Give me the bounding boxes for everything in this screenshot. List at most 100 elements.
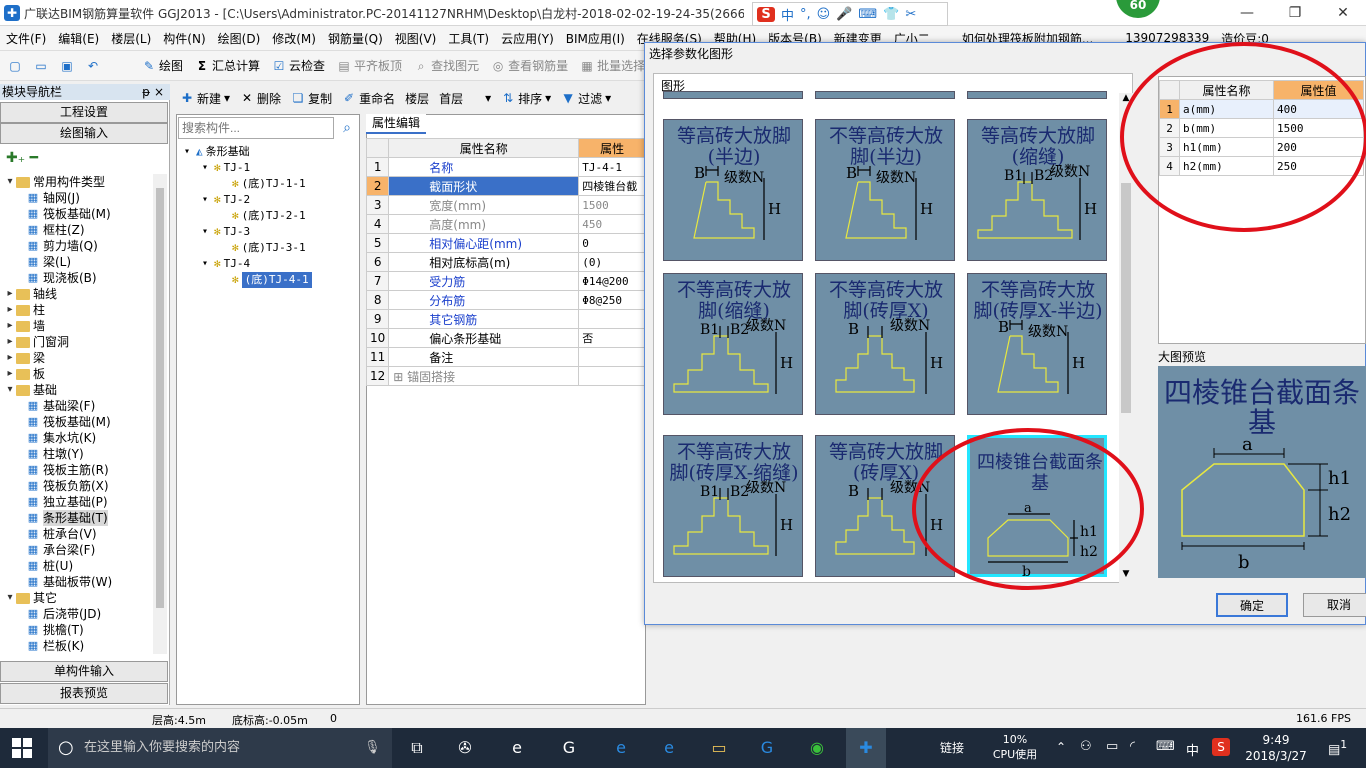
file-explorer-icon[interactable]: ▭	[706, 736, 732, 760]
view-rebar-button[interactable]: ◎ 查看钢筋量	[487, 57, 572, 74]
menu-rebar[interactable]: 钢筋量(Q)	[322, 30, 389, 47]
nav-item[interactable]: ▦ 桩(U)	[2, 558, 152, 574]
menu-component[interactable]: 构件(N)	[157, 30, 211, 47]
shape-card-partial[interactable]	[815, 91, 955, 99]
battery-icon[interactable]: ▭	[1106, 739, 1118, 754]
menu-floor[interactable]: 楼层(L)	[105, 30, 157, 47]
minimize-button[interactable]: —	[1224, 0, 1270, 26]
nav-folder[interactable]: ▸ 轴线	[2, 286, 152, 302]
expander-icon[interactable]: ▾	[4, 382, 16, 398]
property-value[interactable]: 1500	[578, 195, 646, 215]
property-value[interactable]: 0	[578, 233, 646, 253]
property-value[interactable]	[578, 366, 646, 386]
expander-icon[interactable]: ▾	[184, 144, 196, 160]
draw-input-button[interactable]: 绘图输入	[0, 123, 168, 144]
glodon-app-taskbar-icon[interactable]: ✚	[846, 728, 886, 768]
property-value[interactable]: 450	[578, 214, 646, 234]
new-component-button[interactable]: ✚ 新建 ▾	[176, 90, 234, 107]
floor-select[interactable]: 首层 ▾	[435, 90, 495, 107]
ime-item[interactable]: °,	[800, 7, 811, 22]
nav-folder[interactable]: ▾ 常用构件类型	[2, 174, 152, 190]
nav-folder[interactable]: ▸ 梁	[2, 350, 152, 366]
property-row[interactable]: 3 宽度(mm) 1500	[365, 195, 646, 215]
app-g-icon[interactable]: G	[556, 736, 582, 760]
shape-card[interactable]: B 级数N H 不等高砖大放脚(砖厚X)	[815, 273, 955, 415]
keyboard-icon[interactable]: ⌨	[1156, 739, 1175, 754]
shape-card[interactable]: B 级数N H 等高砖大放脚(半边)	[663, 119, 803, 261]
shape-card[interactable]: B 级数N H 不等高砖大放脚(半边)	[815, 119, 955, 261]
tray-link[interactable]: 链接	[940, 728, 964, 768]
property-value[interactable]	[578, 347, 646, 367]
nav-item[interactable]: ▦ 挑檐(T)	[2, 622, 152, 638]
360-icon[interactable]: ◉	[804, 736, 830, 760]
component-tree-node[interactable]: ▾ ✻ TJ-4	[180, 256, 358, 272]
nav-folder[interactable]: ▸ 墙	[2, 318, 152, 334]
property-row[interactable]: 6 相对底标高(m) (0)	[365, 252, 646, 272]
property-value[interactable]: TJ-4-1	[578, 157, 646, 177]
property-row[interactable]: 5 相对偏心距(mm) 0	[365, 233, 646, 253]
property-value[interactable]: Φ14@200	[578, 271, 646, 291]
component-tree-node[interactable]: ▾ ✻ TJ-2	[180, 192, 358, 208]
nav-item[interactable]: ▦ 筏板负筋(X)	[2, 478, 152, 494]
component-tree-node[interactable]: ▾ ✻ TJ-3	[180, 224, 358, 240]
cancel-button[interactable]: 取消	[1303, 593, 1366, 617]
fan-app-icon[interactable]: ✇	[452, 736, 478, 760]
ime-item[interactable]: 👕	[883, 7, 899, 22]
expand-plus-icon[interactable]: ⊞	[393, 370, 407, 384]
report-preview-button[interactable]: 报表预览	[0, 683, 168, 704]
component-tree-node[interactable]: ▾ ◭ 条形基础	[180, 144, 358, 160]
menu-tools[interactable]: 工具(T)	[442, 30, 495, 47]
property-value[interactable]	[578, 309, 646, 329]
property-row[interactable]: 2 截面形状 四棱锥台截	[365, 176, 646, 196]
edge-icon[interactable]: e	[608, 736, 634, 760]
nav-folder[interactable]: ▸ 板	[2, 366, 152, 382]
property-row[interactable]: 10 偏心条形基础 否	[365, 328, 646, 348]
nav-item[interactable]: ▦ 条形基础(T)	[2, 510, 152, 526]
microphone-icon[interactable]: 🎙	[364, 728, 381, 768]
glodon-g-icon[interactable]: G	[754, 736, 780, 760]
sogou-tray-icon[interactable]: S	[1212, 738, 1230, 756]
nav-item[interactable]: ▦ 梁(L)	[2, 254, 152, 270]
batch-select-button[interactable]: ▦ 批量选择	[576, 57, 646, 74]
expander-icon[interactable]: ▾	[202, 160, 214, 176]
property-row[interactable]: 7 受力筋 Φ14@200	[365, 271, 646, 291]
nav-folder[interactable]: ▾ 其它	[2, 590, 152, 606]
nav-item[interactable]: ▦ 桩承台(V)	[2, 526, 152, 542]
shape-card[interactable]: B 级数N H 不等高砖大放脚(砖厚X-半边)	[967, 273, 1107, 415]
menu-modify[interactable]: 修改(M)	[266, 30, 322, 47]
single-input-button[interactable]: 单构件输入	[0, 661, 168, 682]
component-tree-node[interactable]: ✻ (底)TJ-1-1	[180, 176, 358, 192]
nav-item[interactable]: ▦ 筏板基础(M)	[2, 414, 152, 430]
property-row[interactable]: 9 其它钢筋	[365, 309, 646, 329]
nav-item[interactable]: ▦ 柱墩(Y)	[2, 446, 152, 462]
filter-button[interactable]: ▼ 过滤 ▾	[557, 90, 615, 107]
nav-folder[interactable]: ▸ 门窗洞	[2, 334, 152, 350]
nav-item[interactable]: ▦ 筏板主筋(R)	[2, 462, 152, 478]
nav-folder[interactable]: ▾ 基础	[2, 382, 152, 398]
menu-view[interactable]: 视图(V)	[389, 30, 443, 47]
property-row[interactable]: 8 分布筋 Φ8@250	[365, 290, 646, 310]
nav-item[interactable]: ▦ 筏板基础(M)	[2, 206, 152, 222]
rename-button[interactable]: ✐ 重命名	[338, 90, 399, 107]
component-tree-node[interactable]: ▾ ✻ TJ-1	[180, 160, 358, 176]
shape-card[interactable]: B1 B2 级数N H 不等高砖大放脚(砖厚X-缩缝)	[663, 435, 803, 577]
expander-icon[interactable]: ▾	[4, 590, 16, 606]
shape-card-partial[interactable]	[663, 91, 803, 99]
flat-top-button[interactable]: ▤ 平齐板顶	[333, 57, 406, 74]
tray-people-icon[interactable]: ⚇	[1080, 739, 1092, 754]
property-row[interactable]: 4 高度(mm) 450	[365, 214, 646, 234]
ie-browser-icon[interactable]: e	[504, 736, 530, 760]
expander-icon[interactable]: ▸	[4, 366, 16, 382]
menu-draw[interactable]: 绘图(D)	[212, 30, 267, 47]
menu-bim[interactable]: BIM应用(I)	[560, 30, 631, 47]
nav-item[interactable]: ▦ 承台梁(F)	[2, 542, 152, 558]
draw-button[interactable]: ✎ 绘图	[138, 57, 187, 74]
nav-item[interactable]: ▦ 栏板(K)	[2, 638, 152, 654]
tab-property-edit[interactable]: 属性编辑	[366, 114, 426, 134]
nav-item[interactable]: ▦ 框柱(Z)	[2, 222, 152, 238]
wifi-icon[interactable]: ◜	[1130, 739, 1135, 754]
expand-all-icon[interactable]: ✚₊ ━	[6, 150, 38, 166]
ime-indicator[interactable]: 中	[1186, 740, 1199, 759]
property-value[interactable]: (0)	[578, 252, 646, 272]
nav-item[interactable]: ▦ 基础板带(W)	[2, 574, 152, 590]
